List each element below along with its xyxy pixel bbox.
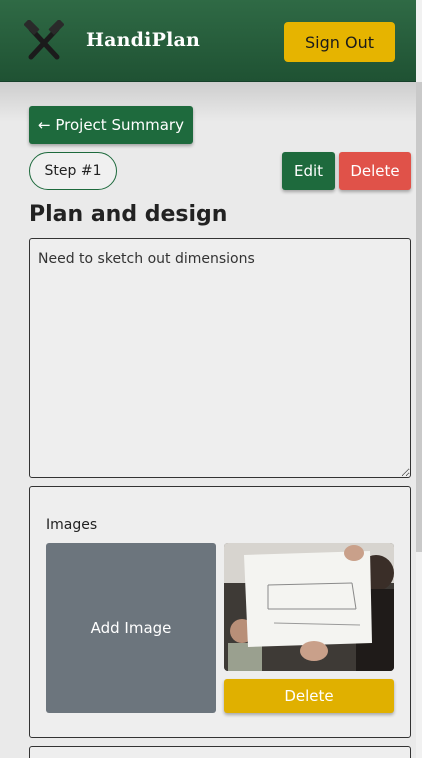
step-title: Plan and design (29, 202, 228, 227)
images-heading: Images (46, 517, 98, 533)
images-panel: Images Add Image Delete (29, 486, 411, 738)
edit-step-button[interactable]: Edit (282, 152, 335, 190)
step-notes-textarea[interactable]: Need to sketch out dimensions (29, 238, 411, 478)
crossed-hammers-icon (24, 20, 64, 60)
app-brand[interactable]: HandiPlan (86, 29, 200, 51)
sign-out-button[interactable]: Sign Out (284, 22, 395, 62)
project-summary-button[interactable]: ← Project Summary (29, 106, 193, 144)
step-badge: Step #1 (29, 152, 117, 190)
app-header: HandiPlan Sign Out (0, 0, 416, 82)
scrollbar-thumb[interactable] (416, 82, 422, 552)
scrollbar[interactable] (416, 0, 422, 758)
uploaded-image-thumbnail[interactable] (224, 543, 394, 671)
delete-image-button[interactable]: Delete (224, 679, 394, 713)
next-section-card (29, 746, 411, 758)
add-image-button[interactable]: Add Image (46, 543, 216, 713)
delete-step-button[interactable]: Delete (339, 152, 411, 190)
